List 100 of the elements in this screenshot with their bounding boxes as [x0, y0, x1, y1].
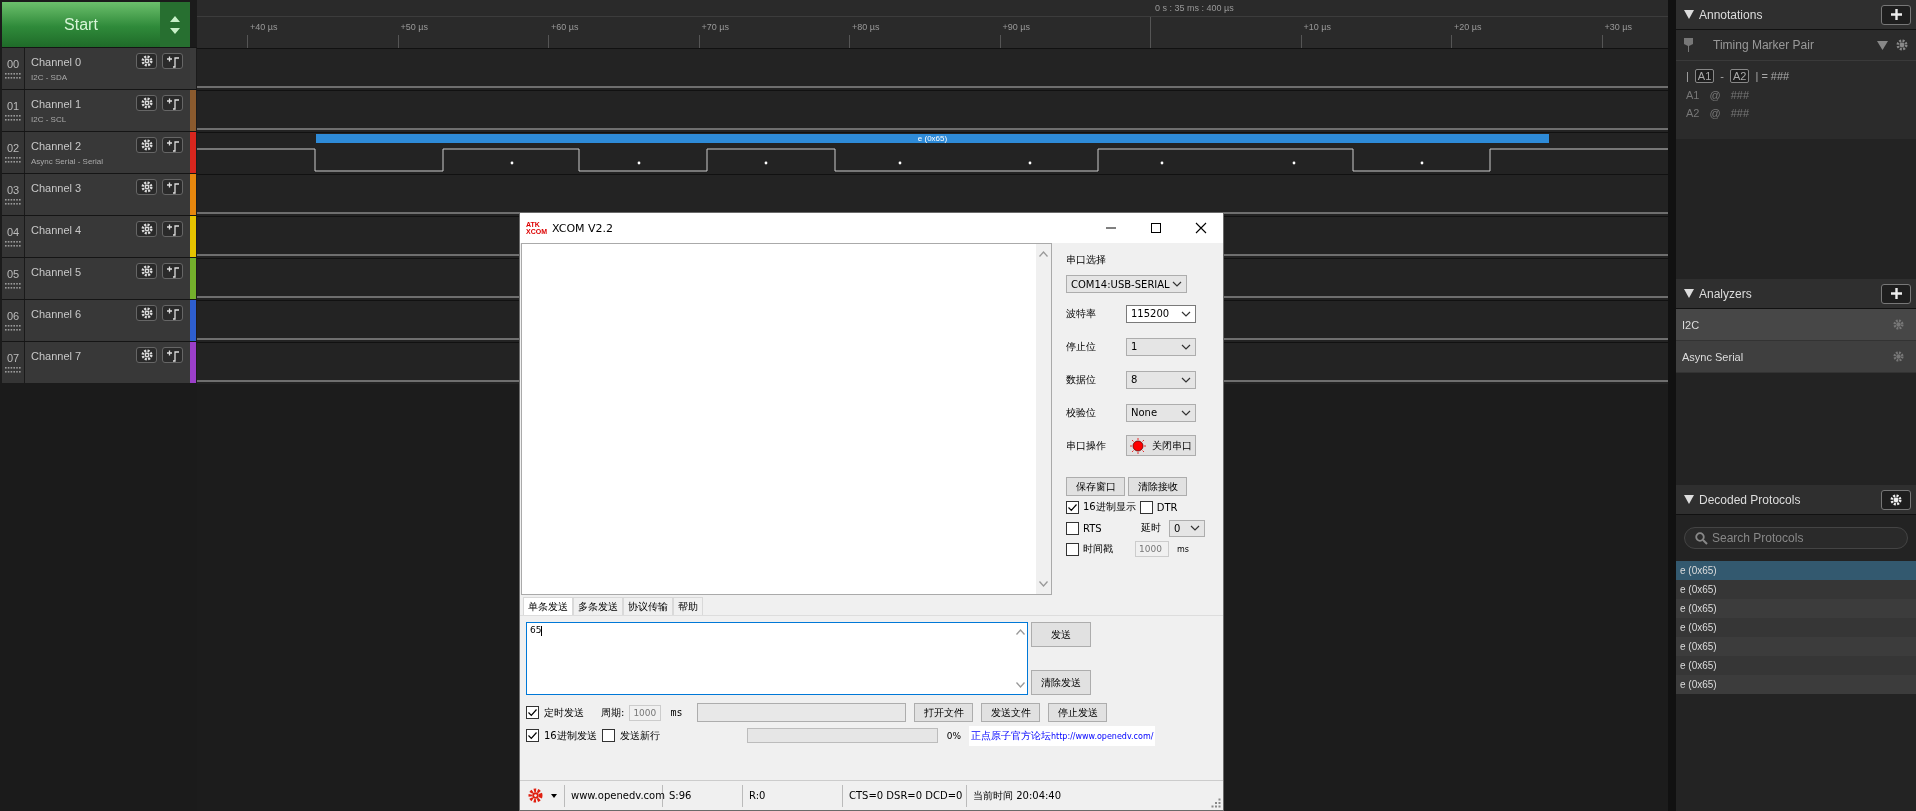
checkbox[interactable] — [1066, 500, 1079, 514]
tab[interactable]: 帮助 — [673, 597, 703, 615]
close-icon[interactable] — [1195, 222, 1207, 234]
grip-icon[interactable] — [5, 72, 21, 80]
send-field[interactable]: 65 — [526, 622, 1028, 695]
grip-icon[interactable] — [5, 114, 21, 122]
checkbox[interactable] — [1066, 542, 1079, 556]
search-icon — [1695, 532, 1708, 545]
trigger-button[interactable] — [162, 263, 183, 279]
protocol-item[interactable]: e (0x65) — [1676, 618, 1916, 637]
trigger-icon — [165, 138, 180, 152]
time-tick: +90 µs — [1002, 22, 1030, 32]
chevron-icon — [1181, 310, 1191, 317]
forum-link[interactable]: http://www.openedv.com/ — [1051, 731, 1154, 741]
up-down-button[interactable] — [160, 2, 190, 47]
file-button[interactable]: 停止发送 — [1048, 703, 1108, 722]
protocol-item[interactable]: e (0x65) — [1676, 675, 1916, 694]
tab[interactable]: 多条发送 — [573, 597, 623, 615]
settings-button[interactable] — [1881, 489, 1911, 510]
grip-icon[interactable] — [5, 240, 21, 248]
clear-receive-button[interactable]: 清除接收 — [1128, 477, 1187, 496]
protocol-item[interactable]: e (0x65) — [1676, 637, 1916, 656]
decoded-bar[interactable]: e (0x65) — [316, 134, 1549, 143]
start-button[interactable]: Start — [2, 2, 160, 47]
settings-button[interactable] — [136, 53, 157, 69]
trigger-button[interactable] — [162, 53, 183, 69]
collapse-icon[interactable] — [1684, 495, 1694, 504]
trigger-button[interactable] — [162, 305, 183, 321]
checkmark-icon — [527, 730, 538, 741]
port-select[interactable]: COM14:USB-SERIAL — [1066, 275, 1187, 293]
settings-button[interactable] — [136, 347, 157, 363]
checkbox-label: DTR — [1156, 501, 1178, 513]
gear-icon[interactable] — [528, 788, 543, 803]
tab[interactable]: 单条发送 — [523, 597, 573, 615]
settings-button[interactable] — [136, 305, 157, 321]
analyzer-item[interactable]: I2C — [1682, 318, 1700, 331]
checkbox[interactable] — [526, 729, 539, 742]
trigger-icon — [165, 96, 180, 110]
marker-value: ### — [1730, 107, 1749, 119]
analyzer-item[interactable]: Async Serial — [1682, 350, 1744, 363]
checkbox[interactable] — [601, 729, 615, 742]
trigger-button[interactable] — [162, 95, 183, 111]
setting-select[interactable]: None — [1126, 403, 1196, 422]
section-title: Analyzers — [1699, 286, 1753, 301]
file-button[interactable]: 打开文件 — [914, 703, 974, 722]
setting-select[interactable]: 1 — [1126, 337, 1196, 356]
chevron-icon — [1181, 409, 1191, 416]
settings-button[interactable] — [136, 263, 157, 279]
checkmark-icon — [1067, 501, 1078, 513]
progress-reading: 0% — [946, 730, 961, 741]
settings-button[interactable] — [136, 221, 157, 237]
file-button[interactable]: 发送文件 — [981, 703, 1041, 722]
gear-icon — [1890, 493, 1902, 506]
maximize-icon[interactable] — [1150, 222, 1162, 234]
trigger-button[interactable] — [162, 137, 183, 153]
scroll-up-icon[interactable] — [1016, 629, 1025, 635]
chevron-icon — [1172, 281, 1182, 287]
trigger-button[interactable] — [162, 179, 183, 195]
collapse-icon[interactable] — [1684, 10, 1694, 19]
add-button[interactable] — [1881, 283, 1911, 304]
protocol-item[interactable]: e (0x65) — [1676, 561, 1916, 580]
checkbox[interactable] — [526, 706, 539, 719]
settings-icon[interactable] — [1896, 39, 1908, 51]
setting-select[interactable]: 115200 — [1126, 304, 1196, 323]
resize-grip-icon[interactable] — [1211, 798, 1221, 808]
protocol-item[interactable]: e (0x65) — [1676, 599, 1916, 618]
grip-icon[interactable] — [5, 198, 21, 206]
collapse-icon[interactable] — [1684, 289, 1694, 298]
checkbox[interactable] — [1139, 500, 1153, 514]
trigger-icon — [165, 264, 180, 278]
file-path-field[interactable] — [697, 703, 907, 722]
checkbox[interactable] — [1066, 521, 1079, 535]
settings-button[interactable] — [136, 137, 157, 153]
checkbox-label: 发送新行 — [619, 728, 661, 743]
setting-select[interactable]: 8 — [1126, 370, 1196, 389]
save-window-button[interactable]: 保存窗口 — [1066, 477, 1125, 496]
close-port-button[interactable]: 关闭串口 — [1126, 435, 1196, 456]
protocol-item[interactable]: e (0x65) — [1676, 580, 1916, 599]
clear-send-button[interactable]: 清除发送 — [1031, 670, 1091, 695]
time-tick: +60 µs — [551, 22, 579, 32]
forum-link[interactable]: 正点原子官方论坛 — [971, 729, 1051, 741]
dropdown-icon[interactable] — [1877, 40, 1888, 50]
grip-icon[interactable] — [5, 324, 21, 332]
delay-select[interactable]: 0 — [1169, 519, 1205, 537]
grip-icon[interactable] — [5, 156, 21, 164]
search-field[interactable]: Search Protocols — [1684, 527, 1908, 549]
trigger-button[interactable] — [162, 347, 183, 363]
scroll-down-icon[interactable] — [1016, 682, 1025, 688]
grip-icon[interactable] — [5, 282, 21, 290]
caret-icon[interactable] — [551, 793, 557, 798]
grip-icon[interactable] — [5, 366, 21, 374]
send-button[interactable]: 发送 — [1031, 622, 1091, 647]
pin-icon[interactable] — [1684, 38, 1693, 52]
channel-number: 04 — [6, 225, 20, 238]
tab[interactable]: 协议传输 — [623, 597, 673, 615]
settings-button[interactable] — [136, 95, 157, 111]
trigger-button[interactable] — [162, 221, 183, 237]
protocol-item[interactable]: e (0x65) — [1676, 656, 1916, 675]
settings-button[interactable] — [136, 179, 157, 195]
add-button[interactable] — [1881, 4, 1911, 25]
